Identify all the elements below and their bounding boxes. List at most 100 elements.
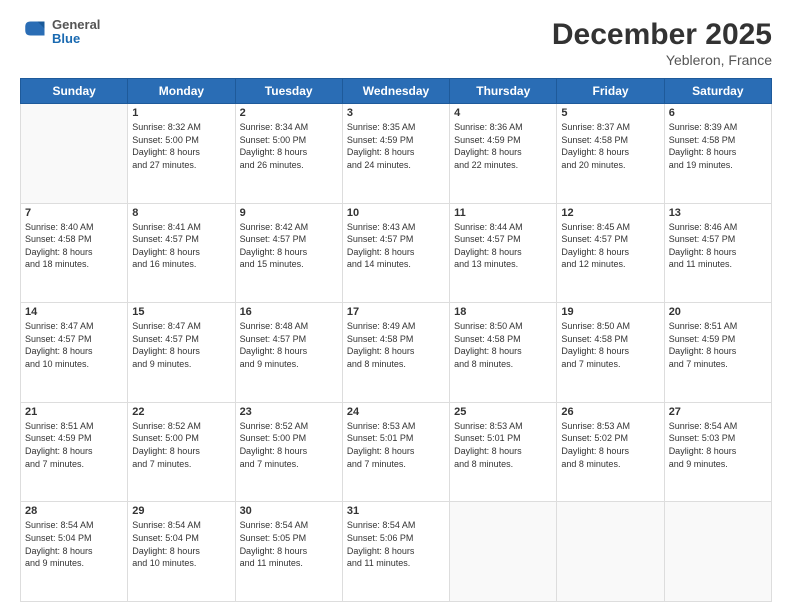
calendar-cell: 2 Sunrise: 8:34 AM Sunset: 5:00 PM Daylig… <box>235 104 342 204</box>
calendar-cell: 21Sunrise: 8:51 AM Sunset: 4:59 PM Dayli… <box>21 402 128 502</box>
day-number: 13 <box>669 207 767 219</box>
calendar-cell: 16 Sunrise: 8:48 AM Sunset: 4:57 PM Dayli… <box>235 303 342 403</box>
day-number: 27 <box>669 406 767 418</box>
calendar-cell: 1 Sunrise: 8:32 AM Sunset: 5:00 PM Daylig… <box>128 104 235 204</box>
calendar-cell: 12 Sunrise: 8:45 AM Sunset: 4:57 PM Dayli… <box>557 203 664 303</box>
calendar-week-row: 7 Sunrise: 8:40 AM Sunset: 4:58 PM Daylig… <box>21 203 772 303</box>
logo-text: General Blue <box>52 18 100 47</box>
day-number: 2 <box>240 107 338 119</box>
weekday-header-friday: Friday <box>557 79 664 104</box>
weekday-header-tuesday: Tuesday <box>235 79 342 104</box>
weekday-header-row: SundayMondayTuesdayWednesdayThursdayFrid… <box>21 79 772 104</box>
day-number: 23 <box>240 406 338 418</box>
day-info: Sunrise: 8:47 AM Sunset: 4:57 PM Dayligh… <box>25 320 123 370</box>
day-number: 15 <box>132 306 230 318</box>
day-info: Sunrise: 8:53 AM Sunset: 5:02 PM Dayligh… <box>561 420 659 470</box>
day-number: 7 <box>25 207 123 219</box>
day-number: 10 <box>347 207 445 219</box>
day-info: Sunrise: 8:36 AM Sunset: 4:59 PM Dayligh… <box>454 121 552 171</box>
calendar-cell: 13 Sunrise: 8:46 AM Sunset: 4:57 PM Dayli… <box>664 203 771 303</box>
calendar-cell: 19Sunrise: 8:50 AM Sunset: 4:58 PM Dayli… <box>557 303 664 403</box>
day-number: 3 <box>347 107 445 119</box>
calendar-cell <box>664 502 771 602</box>
logo-general-text: General <box>52 18 100 32</box>
calendar-cell: 20 Sunrise: 8:51 AM Sunset: 4:59 PM Dayli… <box>664 303 771 403</box>
calendar-cell: 26 Sunrise: 8:53 AM Sunset: 5:02 PM Dayli… <box>557 402 664 502</box>
calendar-week-row: 14 Sunrise: 8:47 AM Sunset: 4:57 PM Dayli… <box>21 303 772 403</box>
title-block: December 2025 Yebleron, France <box>552 18 772 68</box>
calendar-cell: 7 Sunrise: 8:40 AM Sunset: 4:58 PM Daylig… <box>21 203 128 303</box>
day-number: 25 <box>454 406 552 418</box>
calendar-cell: 22Sunrise: 8:52 AM Sunset: 5:00 PM Dayli… <box>128 402 235 502</box>
calendar-table: SundayMondayTuesdayWednesdayThursdayFrid… <box>20 78 772 602</box>
day-number: 6 <box>669 107 767 119</box>
day-number: 18 <box>454 306 552 318</box>
day-info: Sunrise: 8:41 AM Sunset: 4:57 PM Dayligh… <box>132 221 230 271</box>
calendar-cell: 25Sunrise: 8:53 AM Sunset: 5:01 PM Dayli… <box>450 402 557 502</box>
day-number: 17 <box>347 306 445 318</box>
calendar-cell: 10 Sunrise: 8:43 AM Sunset: 4:57 PM Dayli… <box>342 203 449 303</box>
day-info: Sunrise: 8:54 AM Sunset: 5:05 PM Dayligh… <box>240 519 338 569</box>
day-number: 12 <box>561 207 659 219</box>
day-number: 29 <box>132 505 230 517</box>
day-info: Sunrise: 8:46 AM Sunset: 4:57 PM Dayligh… <box>669 221 767 271</box>
day-info: Sunrise: 8:50 AM Sunset: 4:58 PM Dayligh… <box>454 320 552 370</box>
day-info: Sunrise: 8:39 AM Sunset: 4:58 PM Dayligh… <box>669 121 767 171</box>
day-info: Sunrise: 8:42 AM Sunset: 4:57 PM Dayligh… <box>240 221 338 271</box>
calendar-cell: 14 Sunrise: 8:47 AM Sunset: 4:57 PM Dayli… <box>21 303 128 403</box>
day-number: 14 <box>25 306 123 318</box>
calendar-cell: 8 Sunrise: 8:41 AM Sunset: 4:57 PM Daylig… <box>128 203 235 303</box>
calendar-cell: 24 Sunrise: 8:53 AM Sunset: 5:01 PM Dayli… <box>342 402 449 502</box>
day-info: Sunrise: 8:50 AM Sunset: 4:58 PM Dayligh… <box>561 320 659 370</box>
day-info: Sunrise: 8:40 AM Sunset: 4:58 PM Dayligh… <box>25 221 123 271</box>
day-number: 31 <box>347 505 445 517</box>
calendar-cell: 31Sunrise: 8:54 AM Sunset: 5:06 PM Dayli… <box>342 502 449 602</box>
day-info: Sunrise: 8:43 AM Sunset: 4:57 PM Dayligh… <box>347 221 445 271</box>
calendar-cell: 27 Sunrise: 8:54 AM Sunset: 5:03 PM Dayli… <box>664 402 771 502</box>
day-number: 1 <box>132 107 230 119</box>
day-number: 26 <box>561 406 659 418</box>
calendar-week-row: 28 Sunrise: 8:54 AM Sunset: 5:04 PM Dayli… <box>21 502 772 602</box>
day-info: Sunrise: 8:44 AM Sunset: 4:57 PM Dayligh… <box>454 221 552 271</box>
day-number: 24 <box>347 406 445 418</box>
calendar-cell: 15 Sunrise: 8:47 AM Sunset: 4:57 PM Dayli… <box>128 303 235 403</box>
day-number: 16 <box>240 306 338 318</box>
calendar-cell: 3Sunrise: 8:35 AM Sunset: 4:59 PM Daylig… <box>342 104 449 204</box>
day-info: Sunrise: 8:51 AM Sunset: 4:59 PM Dayligh… <box>669 320 767 370</box>
calendar-cell: 18 Sunrise: 8:50 AM Sunset: 4:58 PM Dayli… <box>450 303 557 403</box>
calendar-cell: 4 Sunrise: 8:36 AM Sunset: 4:59 PM Daylig… <box>450 104 557 204</box>
day-number: 28 <box>25 505 123 517</box>
day-info: Sunrise: 8:45 AM Sunset: 4:57 PM Dayligh… <box>561 221 659 271</box>
weekday-header-sunday: Sunday <box>21 79 128 104</box>
calendar-cell: 11Sunrise: 8:44 AM Sunset: 4:57 PM Dayli… <box>450 203 557 303</box>
day-info: Sunrise: 8:54 AM Sunset: 5:04 PM Dayligh… <box>132 519 230 569</box>
day-info: Sunrise: 8:53 AM Sunset: 5:01 PM Dayligh… <box>347 420 445 470</box>
logo: General Blue <box>20 18 100 47</box>
day-number: 4 <box>454 107 552 119</box>
weekday-header-monday: Monday <box>128 79 235 104</box>
weekday-header-saturday: Saturday <box>664 79 771 104</box>
day-info: Sunrise: 8:54 AM Sunset: 5:03 PM Dayligh… <box>669 420 767 470</box>
calendar-cell <box>557 502 664 602</box>
day-info: Sunrise: 8:54 AM Sunset: 5:04 PM Dayligh… <box>25 519 123 569</box>
weekday-header-wednesday: Wednesday <box>342 79 449 104</box>
day-number: 30 <box>240 505 338 517</box>
day-info: Sunrise: 8:52 AM Sunset: 5:00 PM Dayligh… <box>132 420 230 470</box>
day-number: 5 <box>561 107 659 119</box>
day-info: Sunrise: 8:32 AM Sunset: 5:00 PM Dayligh… <box>132 121 230 171</box>
location: Yebleron, France <box>552 52 772 68</box>
day-number: 8 <box>132 207 230 219</box>
day-number: 20 <box>669 306 767 318</box>
calendar-cell: 9 Sunrise: 8:42 AM Sunset: 4:57 PM Daylig… <box>235 203 342 303</box>
page: General Blue December 2025 Yebleron, Fra… <box>0 0 792 612</box>
day-info: Sunrise: 8:47 AM Sunset: 4:57 PM Dayligh… <box>132 320 230 370</box>
calendar-cell: 17 Sunrise: 8:49 AM Sunset: 4:58 PM Dayli… <box>342 303 449 403</box>
day-number: 21 <box>25 406 123 418</box>
logo-icon <box>20 18 48 46</box>
day-number: 9 <box>240 207 338 219</box>
day-info: Sunrise: 8:49 AM Sunset: 4:58 PM Dayligh… <box>347 320 445 370</box>
calendar-week-row: 21Sunrise: 8:51 AM Sunset: 4:59 PM Dayli… <box>21 402 772 502</box>
day-info: Sunrise: 8:48 AM Sunset: 4:57 PM Dayligh… <box>240 320 338 370</box>
calendar-week-row: 1 Sunrise: 8:32 AM Sunset: 5:00 PM Daylig… <box>21 104 772 204</box>
day-info: Sunrise: 8:34 AM Sunset: 5:00 PM Dayligh… <box>240 121 338 171</box>
